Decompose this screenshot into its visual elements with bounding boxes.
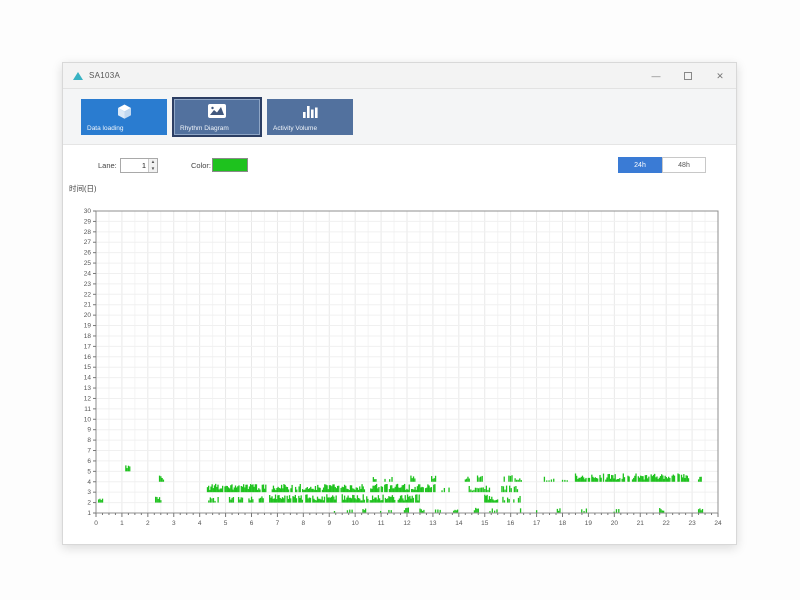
lane-label: Lane:: [98, 161, 117, 170]
svg-text:3: 3: [172, 520, 176, 527]
svg-text:7: 7: [276, 520, 280, 527]
window-title: SA103A: [89, 71, 121, 80]
svg-text:25: 25: [84, 260, 92, 267]
toolbar: Data loading Rhythm Diagram Activity Vol…: [63, 89, 736, 145]
range-toggle: 24h 48h: [618, 157, 706, 173]
svg-text:6: 6: [87, 458, 91, 465]
svg-text:22: 22: [84, 291, 92, 298]
svg-text:5: 5: [87, 468, 91, 475]
rhythm-chart-svg: 0 1 2 3 4 5 6 7 8 9 10 11 12 13 14 15 16 17 18 19 20 21 22 23 24…: [84, 208, 722, 527]
titlebar: SA103A — ✕: [63, 63, 736, 89]
window-controls: — ✕: [640, 63, 736, 89]
svg-text:17: 17: [533, 520, 541, 527]
svg-text:13: 13: [429, 520, 437, 527]
svg-text:21: 21: [637, 520, 645, 527]
svg-text:2: 2: [146, 520, 150, 527]
svg-text:8: 8: [87, 437, 91, 444]
svg-text:19: 19: [585, 520, 593, 527]
svg-text:1: 1: [87, 510, 91, 517]
lane-stepper[interactable]: 1 ▲ ▼: [120, 158, 158, 173]
range-24h-button[interactable]: 24h: [618, 157, 662, 173]
activity-volume-button[interactable]: Activity Volume: [267, 98, 353, 135]
svg-text:2: 2: [87, 500, 91, 507]
svg-text:9: 9: [87, 427, 91, 434]
toolbar-button-label: Rhythm Diagram: [180, 124, 229, 132]
color-label: Color:: [191, 161, 212, 170]
svg-text:15: 15: [84, 364, 92, 371]
area-chart-icon: [174, 102, 260, 121]
desktop: SA103A — ✕ Data loading Rhythm Diagram A…: [0, 0, 800, 600]
svg-text:27: 27: [84, 239, 92, 246]
svg-text:11: 11: [84, 406, 91, 413]
svg-text:4: 4: [87, 479, 91, 486]
svg-text:9: 9: [327, 520, 331, 527]
svg-text:3: 3: [87, 489, 91, 496]
svg-text:15: 15: [481, 520, 489, 527]
svg-text:22: 22: [663, 520, 671, 527]
close-button[interactable]: ✕: [704, 63, 736, 89]
svg-text:14: 14: [84, 375, 92, 382]
toolbar-button-label: Data loading: [87, 124, 124, 132]
color-swatch-button[interactable]: [212, 158, 248, 172]
svg-text:1: 1: [120, 520, 124, 527]
y-axis-title: 时间(日): [69, 184, 97, 193]
svg-text:8: 8: [302, 520, 306, 527]
svg-text:24: 24: [84, 270, 92, 277]
rhythm-diagram-button[interactable]: Rhythm Diagram: [172, 96, 262, 137]
svg-text:0: 0: [94, 520, 98, 527]
svg-text:18: 18: [559, 520, 567, 527]
toolbar-button-label: Activity Volume: [273, 124, 318, 132]
svg-text:11: 11: [378, 520, 385, 527]
range-48h-button[interactable]: 48h: [662, 157, 706, 173]
svg-text:7: 7: [87, 448, 91, 455]
app-window: SA103A — ✕ Data loading Rhythm Diagram A…: [62, 62, 737, 545]
svg-text:23: 23: [688, 520, 696, 527]
app-logo-icon: [73, 71, 83, 80]
bar-chart-icon: [267, 102, 353, 121]
svg-text:10: 10: [84, 416, 92, 423]
minimize-button[interactable]: —: [640, 63, 672, 89]
svg-text:21: 21: [84, 302, 92, 309]
maximize-icon: [684, 72, 692, 80]
svg-text:6: 6: [250, 520, 254, 527]
controls-row: Lane: 1 ▲ ▼ Color: 24h 48h: [63, 153, 736, 183]
svg-text:19: 19: [84, 323, 92, 330]
svg-text:16: 16: [84, 354, 92, 361]
svg-text:16: 16: [507, 520, 515, 527]
svg-text:20: 20: [84, 312, 92, 319]
svg-text:14: 14: [455, 520, 463, 527]
cube-icon: [81, 102, 167, 121]
lane-value[interactable]: 1: [121, 159, 148, 172]
svg-text:26: 26: [84, 250, 92, 257]
svg-text:29: 29: [84, 218, 92, 225]
svg-text:12: 12: [84, 395, 92, 402]
lane-spinner-arrows: ▲ ▼: [148, 159, 157, 172]
svg-text:4: 4: [198, 520, 202, 527]
svg-text:12: 12: [403, 520, 411, 527]
svg-text:24: 24: [714, 520, 722, 527]
svg-text:23: 23: [84, 281, 92, 288]
rhythm-chart: 0 1 2 3 4 5 6 7 8 9 10 11 12 13 14 15 16 17 18 19 20 21 22 23 24…: [63, 203, 738, 538]
svg-text:13: 13: [84, 385, 92, 392]
svg-text:10: 10: [352, 520, 360, 527]
spin-down-icon[interactable]: ▼: [149, 166, 157, 173]
maximize-button[interactable]: [672, 63, 704, 89]
svg-text:20: 20: [611, 520, 619, 527]
svg-text:28: 28: [84, 229, 92, 236]
data-loading-button[interactable]: Data loading: [81, 98, 167, 135]
svg-text:30: 30: [84, 208, 92, 215]
svg-text:17: 17: [84, 343, 92, 350]
svg-text:18: 18: [84, 333, 92, 340]
svg-text:5: 5: [224, 520, 228, 527]
